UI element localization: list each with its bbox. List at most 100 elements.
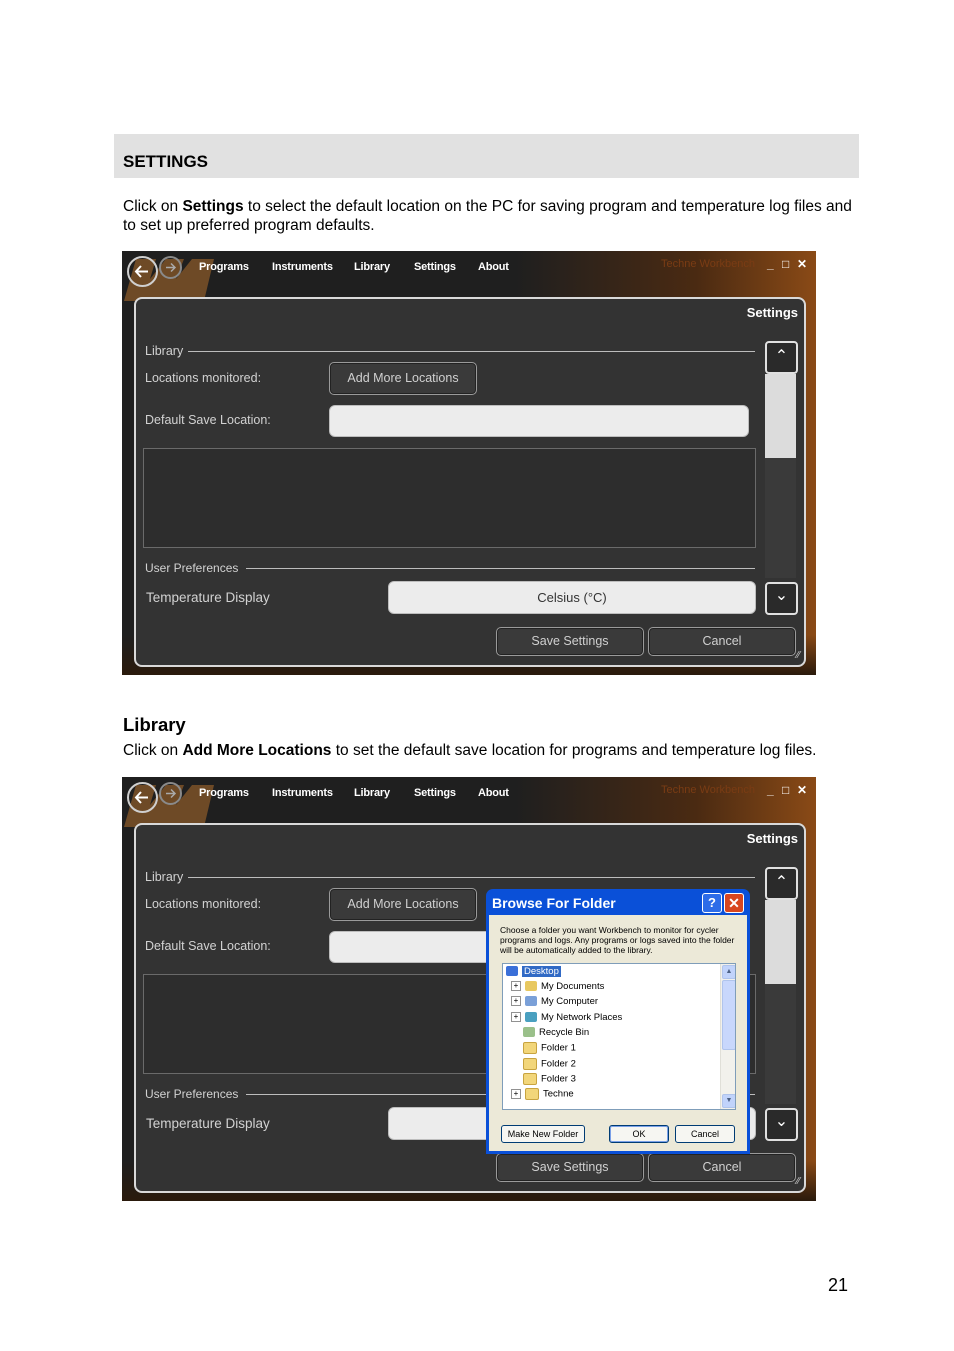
locations-label: Locations monitored:	[145, 371, 262, 385]
cancel-button[interactable]: Cancel	[648, 627, 796, 656]
folder-icon	[523, 1058, 537, 1070]
nav-programs[interactable]: Programs	[199, 261, 249, 273]
maximize-icon[interactable]: □	[782, 783, 789, 797]
settings-panel: Settings Library Locations monitored: Ad…	[134, 297, 806, 667]
expand-icon[interactable]: +	[511, 1012, 521, 1023]
forward-icon[interactable]	[159, 782, 182, 805]
tree-scroll-up-icon[interactable]: ▲	[722, 965, 735, 979]
locations-label: Locations monitored:	[145, 897, 262, 911]
settings-window: Programs Instruments Library Settings Ab…	[122, 251, 816, 675]
maximize-icon[interactable]: □	[782, 257, 789, 271]
dialog-description: Choose a folder you want Workbench to mo…	[500, 925, 735, 955]
section-header-bar	[114, 134, 859, 178]
library-heading: Library	[123, 714, 186, 735]
folder-icon	[525, 1088, 539, 1100]
documents-icon	[525, 981, 537, 992]
nav-programs[interactable]: Programs	[199, 787, 249, 799]
tree-item-my-network-places[interactable]: + My Network Places	[511, 1012, 622, 1026]
tree-item-folder-3[interactable]: Folder 3	[523, 1073, 576, 1087]
scroll-up-icon[interactable]: ⌃	[765, 341, 798, 374]
intro-pre: Click on	[123, 198, 183, 215]
brand-name: Techne Workbench	[661, 784, 755, 796]
nav-settings[interactable]: Settings	[414, 261, 456, 273]
dialog-close-icon[interactable]: ✕	[724, 893, 744, 913]
locations-list[interactable]	[143, 448, 756, 548]
network-icon	[525, 1012, 537, 1023]
scroll-down-icon[interactable]: ⌄	[765, 1108, 798, 1141]
dialog-cancel-button[interactable]: Cancel	[675, 1125, 735, 1143]
minimize-icon[interactable]: _	[767, 257, 774, 271]
nav-instruments[interactable]: Instruments	[272, 261, 333, 273]
scrollbar[interactable]: ⌃ ⌄	[765, 867, 798, 1141]
library-paragraph: Click on Add More Locations to set the d…	[123, 741, 858, 760]
nav-about[interactable]: About	[478, 261, 509, 273]
tree-scrollbar[interactable]: ▲ ▼	[720, 964, 735, 1109]
default-save-label: Default Save Location:	[145, 939, 271, 953]
library-post: to set the default save location for pro…	[331, 742, 817, 759]
ok-button[interactable]: OK	[609, 1125, 669, 1143]
save-settings-button[interactable]: Save Settings	[496, 1153, 644, 1182]
tree-scroll-down-icon[interactable]: ▼	[722, 1094, 735, 1108]
scroll-thumb[interactable]	[765, 900, 796, 984]
nav-library[interactable]: Library	[354, 787, 390, 799]
minimize-icon[interactable]: _	[767, 783, 774, 797]
resize-grip-icon[interactable]: ⁄⁄	[797, 1176, 800, 1187]
desktop-icon	[506, 966, 518, 977]
folder-icon	[523, 1073, 537, 1085]
nav-settings[interactable]: Settings	[414, 787, 456, 799]
back-icon[interactable]	[127, 782, 158, 813]
folder-icon	[523, 1042, 537, 1054]
cancel-button[interactable]: Cancel	[648, 1153, 796, 1182]
tree-item-my-documents[interactable]: + My Documents	[511, 981, 604, 995]
close-icon[interactable]: ✕	[797, 257, 807, 271]
library-pre: Click on	[123, 742, 183, 759]
resize-grip-icon[interactable]: ⁄⁄	[797, 650, 800, 661]
settings-window-with-dialog: Programs Instruments Library Settings Ab…	[122, 777, 816, 1201]
library-bold: Add More Locations	[182, 742, 332, 759]
expand-icon[interactable]: +	[511, 981, 521, 992]
tree-item-folder-1[interactable]: Folder 1	[523, 1042, 576, 1056]
help-icon[interactable]: ?	[702, 893, 722, 913]
tree-item-my-computer[interactable]: + My Computer	[511, 996, 598, 1010]
tree-item-folder-2[interactable]: Folder 2	[523, 1058, 576, 1072]
intro-bold: Settings	[182, 198, 244, 215]
nav-instruments[interactable]: Instruments	[272, 787, 333, 799]
panel-title: Settings	[746, 305, 798, 320]
page-number: 21	[828, 1275, 849, 1295]
default-save-location-input[interactable]	[329, 405, 749, 437]
scrollbar[interactable]: ⌃ ⌄	[765, 341, 798, 615]
save-settings-button[interactable]: Save Settings	[496, 627, 644, 656]
temperature-display-label: Temperature Display	[146, 1116, 270, 1131]
tree-scroll-thumb[interactable]	[722, 980, 735, 1050]
scroll-down-icon[interactable]: ⌄	[765, 582, 798, 615]
computer-icon	[525, 996, 537, 1007]
user-preferences-label: User Preferences	[145, 1087, 239, 1101]
browse-folder-dialog: Browse For Folder ? ✕ Choose a folder yo…	[486, 889, 750, 1154]
scroll-thumb[interactable]	[765, 374, 796, 458]
add-more-locations-button[interactable]: Add More Locations	[329, 888, 477, 921]
recycle-bin-icon	[523, 1027, 535, 1038]
intro-paragraph: Click on Settings to select the default …	[123, 197, 858, 235]
scroll-up-icon[interactable]: ⌃	[765, 867, 798, 900]
default-save-label: Default Save Location:	[145, 413, 271, 427]
make-new-folder-button[interactable]: Make New Folder	[501, 1125, 585, 1143]
add-more-locations-button[interactable]: Add More Locations	[329, 362, 477, 395]
back-icon[interactable]	[127, 256, 158, 287]
tree-item-desktop[interactable]: Desktop	[506, 966, 561, 980]
library-group-label: Library	[145, 870, 184, 884]
user-preferences-label: User Preferences	[145, 561, 239, 575]
expand-icon[interactable]: +	[511, 996, 521, 1007]
tree-item-recycle-bin[interactable]: Recycle Bin	[523, 1027, 589, 1041]
brand-name: Techne Workbench	[661, 258, 755, 270]
nav-about[interactable]: About	[478, 787, 509, 799]
forward-icon[interactable]	[159, 256, 182, 279]
nav-library[interactable]: Library	[354, 261, 390, 273]
expand-icon[interactable]: +	[511, 1089, 521, 1099]
temperature-display-label: Temperature Display	[146, 590, 270, 605]
close-icon[interactable]: ✕	[797, 783, 807, 797]
library-group-label: Library	[145, 344, 184, 358]
section-title: SETTINGS	[123, 152, 209, 171]
tree-item-techne[interactable]: + Techne	[511, 1088, 574, 1102]
folder-tree[interactable]: Desktop + My Documents + My Computer + My N…	[502, 963, 736, 1110]
temperature-display-select[interactable]: Celsius (°C)	[388, 581, 756, 614]
